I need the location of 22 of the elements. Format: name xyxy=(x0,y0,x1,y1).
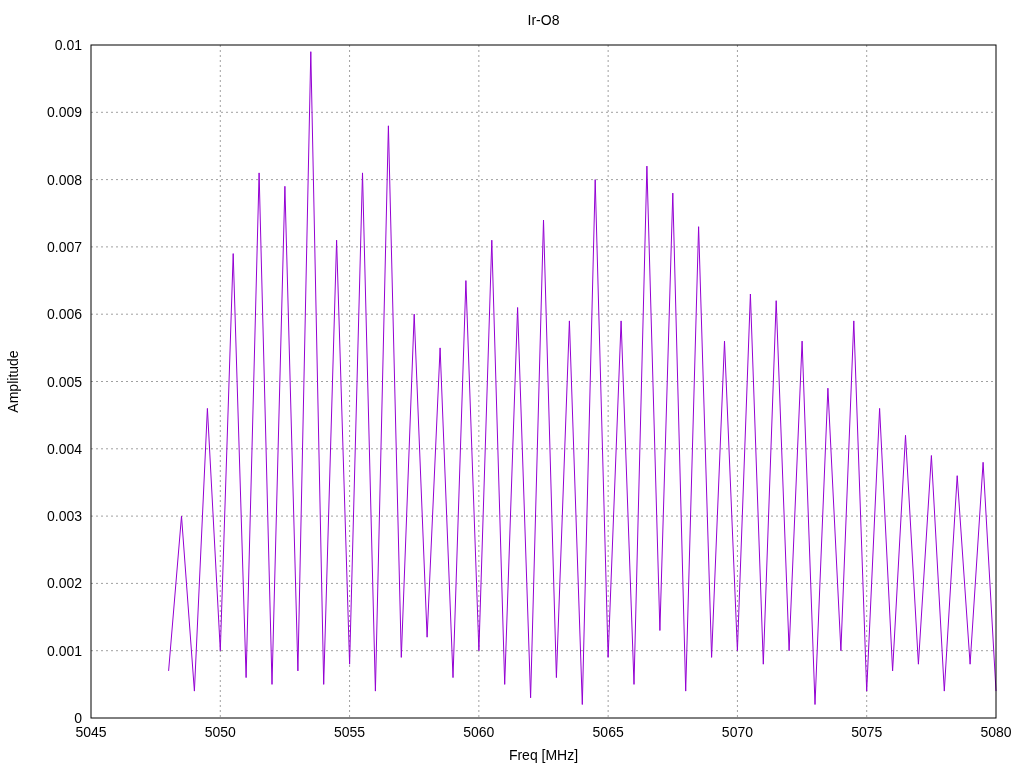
chart-title: Ir-O8 xyxy=(527,12,560,28)
y-axis-label: Amplitude xyxy=(5,350,21,413)
x-tick-label: 5065 xyxy=(592,724,624,740)
y-tick-label: 0.005 xyxy=(46,373,82,390)
x-tick-label: 5060 xyxy=(463,724,495,740)
y-tick-label: 0.002 xyxy=(46,575,82,592)
x-tick-label: 5075 xyxy=(851,724,883,740)
x-tick-label: 5045 xyxy=(75,724,107,740)
y-tick-label: 0.004 xyxy=(46,440,82,457)
y-tick-label: 0.01 xyxy=(54,37,82,53)
x-tick-label: 5070 xyxy=(721,724,753,740)
x-tick-label: 5080 xyxy=(980,724,1012,740)
y-tick-label: 0.001 xyxy=(46,642,82,659)
x-tick-label: 5055 xyxy=(334,724,366,740)
x-tick-label: 5050 xyxy=(204,724,236,740)
y-tick-label: 0.008 xyxy=(46,171,82,188)
x-axis-label: Freq [MHz] xyxy=(508,747,579,763)
y-tick-label: 0.009 xyxy=(46,104,82,121)
y-tick-label: 0 xyxy=(74,710,82,726)
y-tick-label: 0.007 xyxy=(46,238,82,255)
y-tick-label: 0.003 xyxy=(46,508,82,525)
y-tick-label: 0.006 xyxy=(46,306,82,323)
